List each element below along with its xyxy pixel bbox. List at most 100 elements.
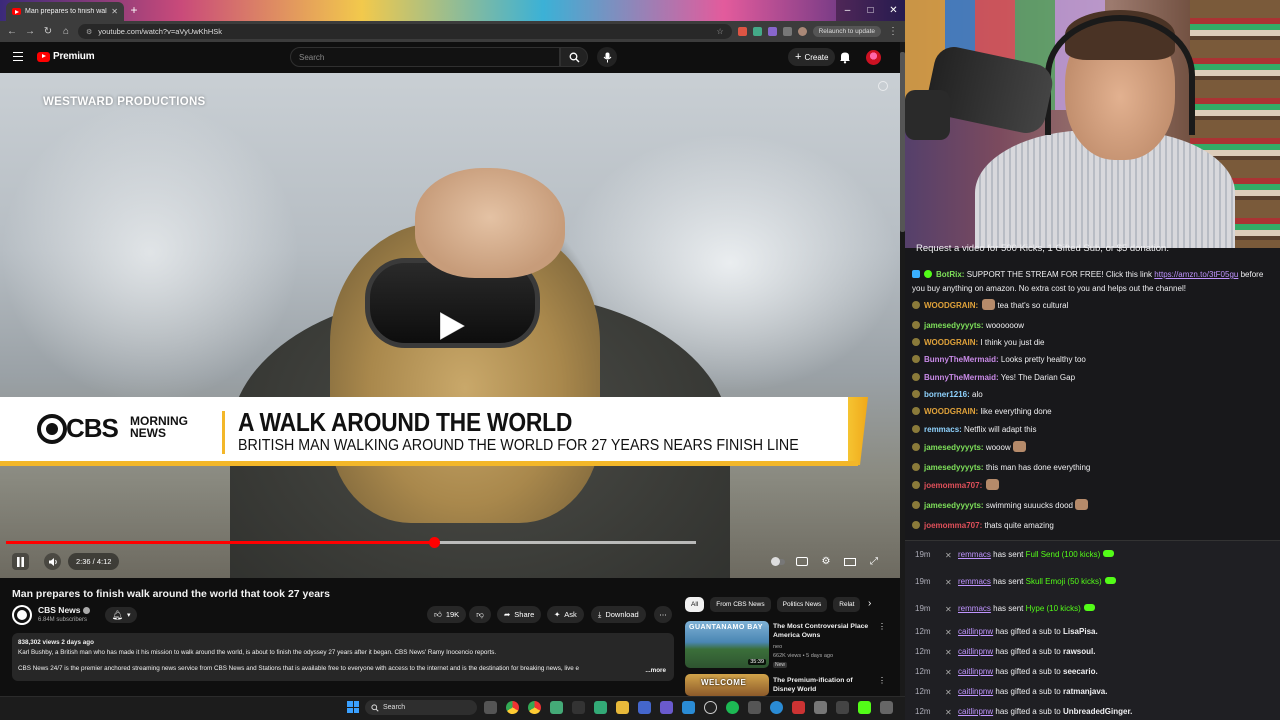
extension-icon[interactable] <box>737 27 747 36</box>
pause-button[interactable] <box>12 553 29 570</box>
chat-username[interactable]: WOODGRAIN: <box>924 338 978 347</box>
play-overlay-icon[interactable] <box>437 310 467 342</box>
settings-gear-icon[interactable]: ⚙ <box>818 554 834 570</box>
minimize-button[interactable]: – <box>836 0 859 21</box>
forward-icon[interactable]: → <box>24 26 36 37</box>
browser-menu-icon[interactable]: ⋮ <box>887 26 899 37</box>
chat-username[interactable]: joemomma707: <box>924 481 982 490</box>
chip-all[interactable]: All <box>685 597 705 612</box>
recommendation-thumbnail[interactable]: WELCOME <box>685 674 769 696</box>
event-username[interactable]: caitlinpnw <box>958 647 993 656</box>
show-more-link[interactable]: ...more <box>641 666 666 676</box>
event-username[interactable]: caitlinpnw <box>958 707 993 716</box>
more-actions-button[interactable]: ⋯ <box>654 606 672 623</box>
chat-username[interactable]: BunnyTheMermaid: <box>924 355 999 364</box>
fullscreen-icon[interactable]: ⤢ <box>866 554 882 570</box>
hamburger-menu-icon[interactable] <box>13 52 23 61</box>
site-info-icon[interactable]: ⚙ <box>86 28 92 36</box>
extension-icon[interactable] <box>767 27 777 36</box>
extension-icon[interactable] <box>752 27 762 36</box>
app-icon[interactable] <box>836 701 849 714</box>
annotation-info-icon[interactable] <box>878 81 888 91</box>
chat-username[interactable]: jamesedyyyyts: <box>924 443 984 452</box>
subscription-notifications-button[interactable]: 🔔︎ ▾ <box>105 607 137 623</box>
scrubber-handle[interactable] <box>428 537 440 548</box>
chat-username[interactable]: joemomma707: <box>924 521 982 530</box>
search-input[interactable]: Search <box>290 47 560 67</box>
voice-search-button[interactable] <box>597 47 617 67</box>
back-icon[interactable]: ← <box>6 26 18 37</box>
chat-username[interactable]: WOODGRAIN: <box>924 407 978 416</box>
app-icon[interactable] <box>814 701 827 714</box>
browser-tab-active[interactable]: Man prepares to finish walk ✕ <box>6 2 124 21</box>
event-username[interactable]: remmacs <box>958 577 991 586</box>
share-button[interactable]: ➦ Share <box>497 606 542 623</box>
app-icon[interactable] <box>880 701 893 714</box>
chevron-right-icon[interactable]: › <box>868 598 871 609</box>
video-player[interactable]: WESTWARD PRODUCTIONS <box>0 73 900 578</box>
notifications-bell-icon[interactable] <box>838 50 852 64</box>
relaunch-button[interactable]: Relaunch to update <box>812 26 881 37</box>
file-explorer-icon[interactable] <box>616 701 629 714</box>
app-icon[interactable] <box>682 701 695 714</box>
chrome-icon[interactable] <box>506 701 519 714</box>
chat-username[interactable]: jamesedyyyyts: <box>924 321 984 330</box>
chip-politics[interactable]: Politics News <box>776 597 828 612</box>
app-icon[interactable] <box>594 701 607 714</box>
download-button[interactable]: ⤓ Download <box>591 606 646 623</box>
recommendation-title[interactable]: The Premium-ification of Disney World <box>773 676 873 694</box>
new-tab-button[interactable]: + <box>128 4 140 16</box>
channel-name[interactable]: CBS News <box>38 605 90 615</box>
like-button[interactable]: 👍︎ 19K <box>427 606 467 623</box>
home-icon[interactable]: ⌂ <box>60 26 72 37</box>
chat-username[interactable]: BunnyTheMermaid: <box>924 373 999 382</box>
theater-mode-icon[interactable] <box>842 554 858 570</box>
omnibox[interactable]: ⚙ youtube.com/watch?v=aVyUwKhHSk ☆ <box>78 24 732 39</box>
chat-link[interactable]: https://amzn.to/3tF05gu <box>1154 270 1238 279</box>
app-icon[interactable] <box>572 701 585 714</box>
app-icon[interactable] <box>638 701 651 714</box>
chat-username[interactable]: jamesedyyyyts: <box>924 463 984 472</box>
volume-button[interactable] <box>44 553 61 570</box>
dislike-button[interactable]: 👎︎ <box>469 606 491 623</box>
chat-username[interactable]: WOODGRAIN: <box>924 301 978 310</box>
chat-username[interactable]: remmacs: <box>924 425 962 434</box>
ask-button[interactable]: ✦ Ask <box>547 606 584 623</box>
windows-start-icon[interactable] <box>347 701 359 713</box>
maximize-button[interactable]: □ <box>859 0 882 21</box>
task-view-icon[interactable] <box>484 701 497 714</box>
channel-avatar[interactable] <box>12 605 32 625</box>
autoplay-toggle-icon[interactable] <box>770 554 786 570</box>
tab-close-icon[interactable]: ✕ <box>111 7 118 16</box>
account-avatar[interactable] <box>866 50 881 65</box>
create-button[interactable]: + Create <box>788 48 836 66</box>
chip-related[interactable]: Relat <box>833 597 861 612</box>
chrome-icon[interactable] <box>528 701 541 714</box>
chat-username[interactable]: jamesedyyyyts: <box>924 501 984 510</box>
chat-username[interactable]: borner1216: <box>924 390 970 399</box>
spotify-icon[interactable] <box>726 701 739 714</box>
recommendation-channel[interactable]: neo <box>773 643 782 651</box>
close-window-button[interactable]: ✕ <box>882 0 905 21</box>
chat-username[interactable]: BotRix: <box>936 270 964 279</box>
edge-icon[interactable] <box>770 701 783 714</box>
event-username[interactable]: remmacs <box>958 604 991 613</box>
discord-icon[interactable] <box>660 701 673 714</box>
more-vertical-icon[interactable]: ⋮ <box>878 622 886 631</box>
subtitles-icon[interactable] <box>794 554 810 570</box>
obs-icon[interactable] <box>704 701 717 714</box>
event-username[interactable]: caitlinpnw <box>958 627 993 636</box>
app-icon[interactable] <box>792 701 805 714</box>
extension-icon[interactable] <box>782 27 792 36</box>
recommendation-title[interactable]: The Most Controversial Place America Own… <box>773 622 873 640</box>
event-username[interactable]: caitlinpnw <box>958 667 993 676</box>
recommendation-thumbnail[interactable]: GUANTANAMO BAY 35:39 <box>685 621 769 668</box>
profile-avatar-icon[interactable] <box>797 27 807 36</box>
bookmark-star-icon[interactable]: ☆ <box>716 27 723 36</box>
app-icon[interactable] <box>550 701 563 714</box>
reload-icon[interactable]: ↻ <box>42 26 54 37</box>
chip-from-channel[interactable]: From CBS News <box>710 597 771 612</box>
search-button[interactable] <box>560 47 588 67</box>
youtube-logo[interactable]: Premium <box>37 51 95 62</box>
more-vertical-icon[interactable]: ⋮ <box>878 676 886 685</box>
